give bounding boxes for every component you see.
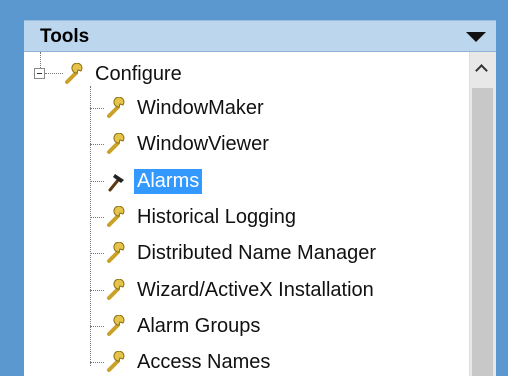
tree-connector — [40, 52, 41, 68]
wrench-icon — [107, 206, 125, 227]
tree-item-label: Distributed Name Manager — [137, 241, 376, 264]
wrench-icon — [65, 63, 83, 84]
tree-item-windowviewer[interactable]: WindowViewer — [106, 130, 272, 158]
tree-item-label: Historical Logging — [137, 205, 296, 228]
tree-view: Configure WindowMaker WindowViewer Alarm… — [24, 52, 496, 376]
tools-panel: Tools Configure WindowMaker WindowViewer… — [0, 0, 508, 376]
tree-item-historical-logging[interactable]: Historical Logging — [106, 203, 299, 231]
tree-item-label: Alarm Groups — [137, 314, 261, 337]
tree-item-label: WindowViewer — [137, 132, 269, 155]
collapse-arrow-icon[interactable] — [466, 32, 486, 42]
tree-connector — [45, 73, 63, 74]
scroll-up-icon[interactable] — [475, 64, 488, 77]
tree-item-access-names[interactable]: Access Names — [106, 348, 273, 376]
tree-item-windowmaker[interactable]: WindowMaker — [106, 94, 267, 122]
wrench-icon — [107, 279, 125, 300]
tree-item-alarms[interactable]: Alarms — [106, 167, 203, 195]
collapse-toggle[interactable] — [34, 68, 45, 79]
panel-title: Tools — [40, 26, 90, 47]
wrench-icon — [107, 242, 125, 263]
wrench-icon — [107, 133, 125, 154]
wrench-icon — [107, 97, 125, 118]
tree-connector — [90, 86, 91, 366]
tree-item-label: Alarms — [134, 168, 203, 194]
tree-item-label: Wizard/ActiveX Installation — [137, 278, 374, 301]
tree-item-label: Access Names — [137, 350, 271, 373]
tree-item-distributed-name-manager[interactable]: Distributed Name Manager — [106, 239, 379, 267]
tree-item-label: Configure — [95, 62, 182, 85]
scrollbar-thumb[interactable] — [472, 88, 493, 376]
tree-item-alarm-groups[interactable]: Alarm Groups — [106, 312, 263, 340]
vertical-scrollbar[interactable] — [469, 52, 496, 376]
hammer-icon — [108, 174, 124, 192]
panel-header[interactable]: Tools — [24, 20, 496, 52]
wrench-icon — [107, 315, 125, 336]
wrench-icon — [107, 351, 125, 372]
tree-item-label: WindowMaker — [137, 96, 264, 119]
tree-root-configure[interactable]: Configure — [64, 60, 185, 88]
tree-item-wizard-activex-installation[interactable]: Wizard/ActiveX Installation — [106, 276, 377, 304]
